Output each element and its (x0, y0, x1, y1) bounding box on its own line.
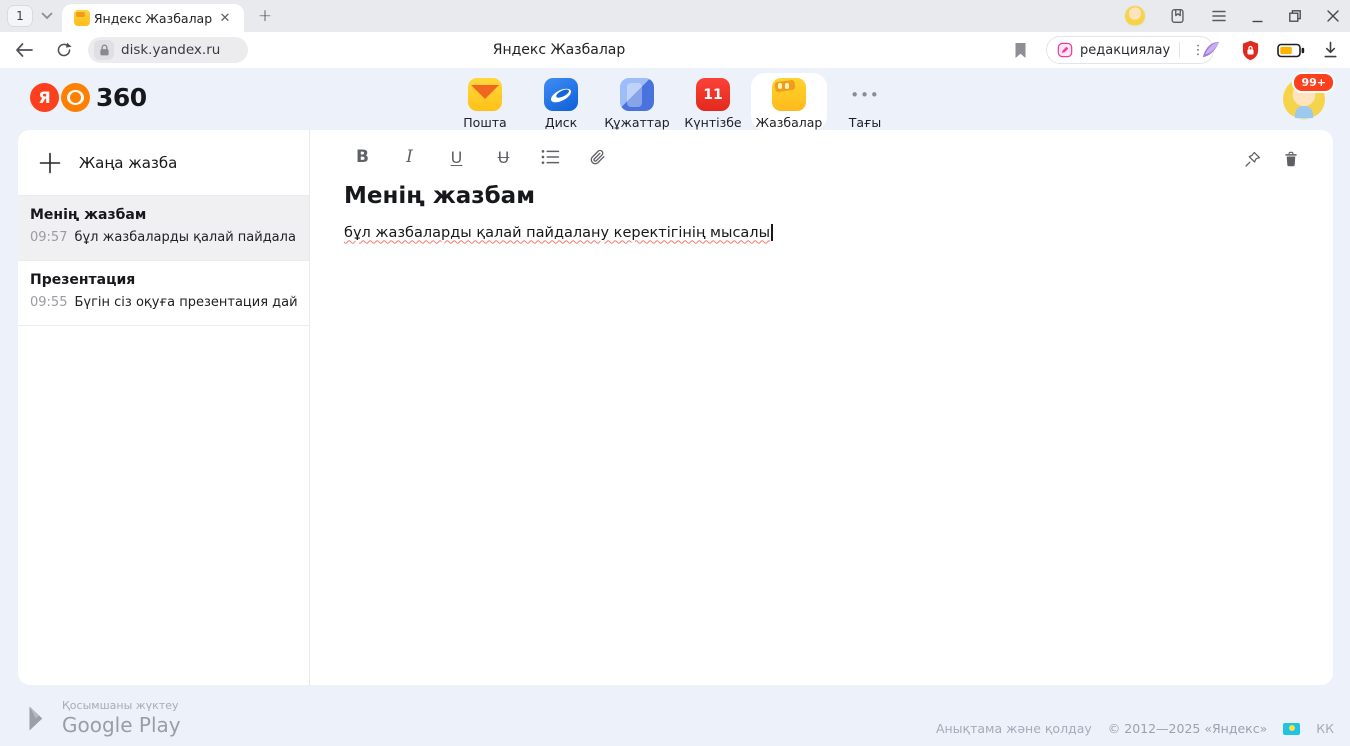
logo-360-text: 360 (96, 83, 147, 112)
documents-icon (620, 78, 654, 111)
new-note-button[interactable]: Жаңа жазба (18, 130, 309, 196)
restore-window-icon[interactable] (1288, 9, 1302, 23)
battery-icon (1277, 43, 1305, 58)
service-calendar[interactable]: 11 Күнтізбе (675, 73, 751, 130)
mail-icon (468, 78, 502, 111)
service-more[interactable]: ••• Тағы (827, 73, 903, 130)
google-play-link[interactable]: Қосымшаны жүктеу Google Play (27, 699, 181, 737)
copyright-text: © 2012—2025 «Яндекс» (1108, 721, 1267, 736)
note-preview: бұл жазбаларды қалай пайдалану ке... (74, 230, 297, 245)
back-arrow-icon (17, 44, 32, 56)
kazakhstan-flag-icon[interactable] (1283, 723, 1300, 735)
reload-button[interactable] (52, 38, 76, 62)
editing-mode-label: редакциялау (1080, 43, 1170, 58)
protect-button[interactable] (1238, 38, 1262, 62)
bookmark-button[interactable] (1008, 38, 1032, 62)
delete-note-button[interactable] (1277, 144, 1305, 174)
service-notes-active[interactable]: Жазбалар (751, 73, 827, 130)
new-note-label: Жаңа жазба (79, 154, 177, 172)
service-disk[interactable]: Диск (523, 73, 599, 130)
editing-mode-pill[interactable]: редакциялау ⋮ (1046, 36, 1214, 64)
service-mail[interactable]: Пошта (447, 73, 523, 130)
google-play-icon (27, 705, 51, 732)
close-window-icon[interactable] (1326, 9, 1340, 23)
calendar-icon: 11 (696, 78, 730, 111)
edit-mode-icon (1057, 42, 1073, 58)
note-time: 09:55 (30, 295, 67, 310)
note-body-field[interactable]: бұл жазбаларды қалай пайдалану керектігі… (344, 224, 773, 241)
tab-list-chevron-button[interactable] (36, 5, 58, 27)
battery-button[interactable] (1276, 38, 1306, 62)
note-list-item[interactable]: Презентация 09:55 Бүгін сіз оқуға презен… (18, 261, 309, 326)
bookmark-icon (1014, 42, 1027, 59)
downloads-button[interactable] (1318, 38, 1342, 62)
yandex-logo-icon: Я (30, 83, 59, 112)
text-cursor (771, 224, 773, 241)
account-avatar[interactable]: 99+ (1283, 78, 1325, 120)
plus-icon (39, 152, 61, 174)
minimize-icon[interactable] (1251, 10, 1264, 23)
browser-toolbar: disk.yandex.ru Яндекс Жазбалар редакциял… (0, 32, 1350, 68)
omnibox-page-title: Яндекс Жазбалар (88, 32, 1030, 68)
note-editor[interactable]: B I U U Менің жазбам (310, 130, 1333, 685)
note-preview: Бүгін сіз оқуға презентация дайында... (74, 295, 297, 310)
back-button[interactable] (12, 38, 36, 62)
tab-title: Яндекс Жазбалар (90, 11, 216, 26)
bold-button[interactable]: B (339, 142, 386, 172)
attach-button[interactable] (574, 142, 621, 172)
notes-app-card: Жаңа жазба Менің жазбам 09:57 бұл жазбал… (18, 130, 1333, 685)
yandex-360-logo[interactable]: Я 360 (30, 83, 147, 112)
language-code[interactable]: КК (1316, 721, 1334, 736)
pill-divider (1179, 42, 1180, 58)
pin-note-button[interactable] (1238, 144, 1266, 174)
format-toolbar: B I U U (339, 142, 621, 172)
disk-icon (544, 78, 578, 111)
store-name: Google Play (62, 713, 181, 737)
note-title-field[interactable]: Менің жазбам (344, 183, 535, 209)
feather-pen-icon (1199, 40, 1221, 60)
side-panel-icon[interactable] (1169, 7, 1187, 25)
page-footer: Анықтама және қолдау © 2012—2025 «Яндекс… (936, 721, 1334, 736)
menu-icon[interactable] (1211, 9, 1227, 23)
notes-icon (772, 78, 806, 111)
note-actions (1238, 144, 1305, 174)
more-dots-icon: ••• (848, 78, 882, 111)
bullet-list-button[interactable] (527, 142, 574, 172)
store-caption: Қосымшаны жүктеу (62, 699, 181, 712)
notification-badge: 99+ (1292, 72, 1335, 93)
chevron-down-icon (41, 12, 53, 20)
shield-lock-icon (1241, 40, 1260, 61)
notes-sidebar: Жаңа жазба Менің жазбам 09:57 бұл жазбал… (18, 130, 310, 685)
strikethrough-button[interactable]: U (480, 142, 527, 172)
service-documents[interactable]: Құжаттар (599, 73, 675, 130)
underline-button[interactable]: U (433, 142, 480, 172)
browser-tab-strip: 1 Яндекс Жазбалар ✕ + (0, 0, 1350, 32)
tab-counter-button[interactable]: 1 (7, 5, 33, 27)
note-time: 09:57 (30, 230, 67, 245)
reload-icon (55, 41, 73, 59)
download-icon (1322, 41, 1339, 59)
360-logo-icon (61, 83, 90, 112)
yandex-360-page: Я 360 Пошта Диск Құжаттар 11 Күнтізбе Жа… (0, 68, 1350, 746)
active-browser-tab[interactable]: Яндекс Жазбалар ✕ (62, 4, 244, 32)
italic-button[interactable]: I (386, 142, 433, 172)
notes-favicon-icon (74, 10, 90, 26)
browser-profile-avatar[interactable] (1125, 6, 1145, 26)
services-nav: Пошта Диск Құжаттар 11 Күнтізбе Жазбалар… (447, 73, 903, 130)
pin-icon (1243, 150, 1262, 169)
alice-pen-button[interactable] (1198, 38, 1222, 62)
new-tab-button[interactable]: + (254, 5, 276, 27)
note-list-item-selected[interactable]: Менің жазбам 09:57 бұл жазбаларды қалай … (18, 196, 309, 261)
bullet-list-icon (541, 149, 560, 165)
attach-icon (588, 148, 607, 167)
trash-icon (1282, 150, 1300, 169)
tab-close-icon[interactable]: ✕ (216, 9, 234, 27)
help-link[interactable]: Анықтама және қолдау (936, 721, 1092, 736)
